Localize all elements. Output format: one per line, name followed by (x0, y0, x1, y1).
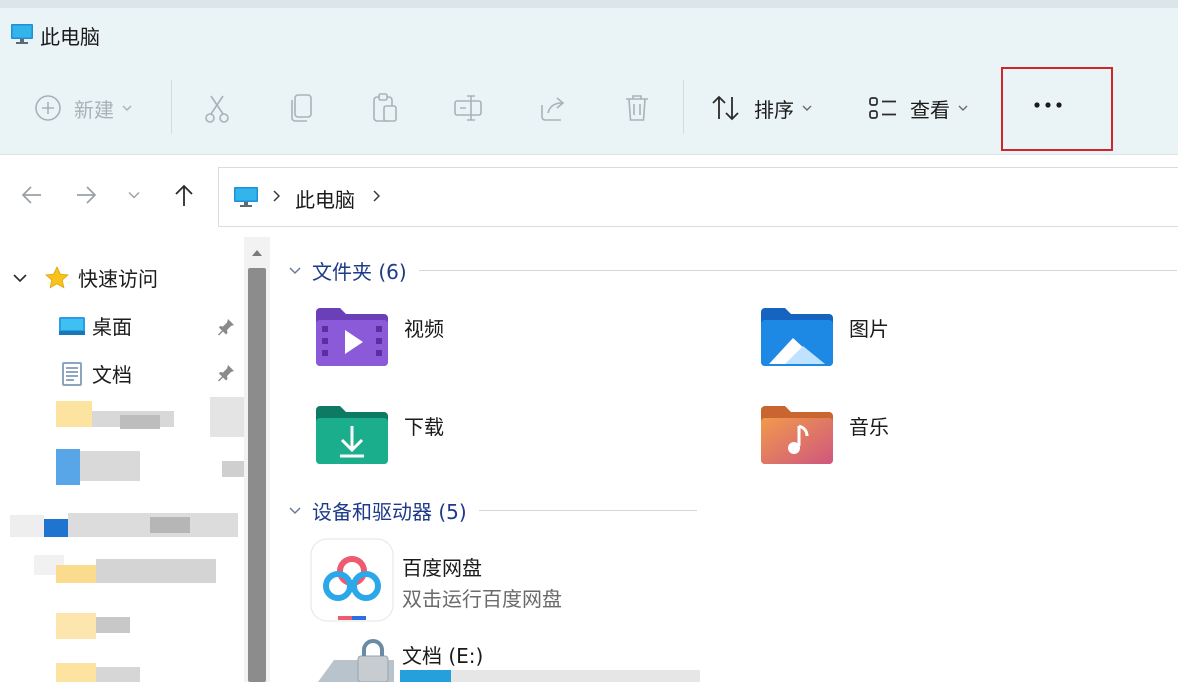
scroll-up-arrow-icon[interactable] (251, 249, 263, 257)
devices-group-label: 设备和驱动器 (5) (312, 500, 467, 524)
desktop-icon (59, 316, 85, 335)
title-bar: 此电脑 (0, 0, 1178, 62)
share-icon (541, 97, 565, 121)
folder-tile[interactable]: 音乐 (759, 404, 889, 464)
sidebar-item-desktop[interactable]: 桌面 (58, 311, 132, 340)
rename-icon (454, 95, 482, 121)
folders-group-header[interactable]: 文件夹 (6) (288, 256, 1177, 285)
music-folder-icon (761, 406, 833, 464)
folder-name: 图片 (849, 316, 889, 341)
baidu-netdisk-icon[interactable] (310, 538, 394, 622)
video-folder-icon (316, 308, 388, 366)
address-bar[interactable]: 此电脑 (218, 167, 1178, 227)
drive-usage-bar (400, 670, 700, 682)
this-pc-icon (234, 187, 258, 207)
sidebar-quick-access[interactable]: 快速访问 (12, 263, 158, 292)
folder-tile[interactable]: 下载 (314, 404, 444, 464)
chevron-right-icon[interactable] (372, 190, 380, 202)
drive-usage-fill (400, 670, 451, 682)
sidebar-quick-access-label: 快速访问 (78, 267, 158, 291)
breadcrumb-this-pc[interactable]: 此电脑 (295, 184, 355, 213)
folder-tile[interactable]: 视频 (314, 306, 444, 366)
up-button[interactable] (168, 179, 200, 211)
folder-name: 音乐 (849, 414, 889, 439)
group-divider (478, 510, 697, 511)
arrow-right-icon (77, 186, 97, 204)
chevron-down-icon (122, 105, 132, 111)
view-button[interactable]: 查看 (868, 62, 968, 154)
pin-icon[interactable] (216, 363, 236, 383)
chevron-down-icon (289, 506, 301, 514)
this-pc-icon (11, 24, 33, 44)
toolbar-separator (171, 80, 172, 134)
locked-drive-icon[interactable] (316, 638, 396, 682)
sidebar-item-label: 桌面 (92, 315, 132, 339)
group-divider (418, 270, 1177, 271)
folder-tile[interactable]: 图片 (759, 306, 889, 366)
new-button-label: 新建 (74, 97, 114, 122)
recent-locations-button[interactable] (118, 179, 150, 211)
chevron-right-icon[interactable] (272, 190, 280, 202)
cut-button[interactable] (202, 62, 232, 154)
window-title: 此电脑 (40, 25, 100, 49)
view-button-label: 查看 (910, 97, 950, 122)
clipboard-icon (373, 93, 397, 122)
sort-arrows-icon (712, 95, 739, 121)
plus-circle-icon (35, 95, 61, 121)
forward-button[interactable] (70, 179, 102, 211)
pictures-folder-icon (761, 308, 833, 366)
pin-icon[interactable] (216, 317, 236, 337)
navigation-pane: 快速访问 桌面 文档 (0, 237, 244, 682)
folders-group-label: 文件夹 (6) (312, 260, 407, 284)
title-bar-edge (0, 0, 1178, 8)
scrollbar-thumb[interactable] (248, 268, 266, 682)
star-icon (45, 265, 69, 288)
device-name[interactable]: 文档 (E:) (402, 640, 483, 669)
device-description: 双击运行百度网盘 (402, 587, 562, 611)
sort-button-label: 排序 (754, 97, 794, 122)
navigation-row: 此电脑 (0, 155, 1178, 237)
command-bar: 新建 排序 查看 (0, 62, 1178, 155)
chevron-down-icon (289, 266, 301, 274)
chevron-down-icon (128, 192, 140, 199)
folder-name: 视频 (404, 316, 444, 341)
document-icon (62, 361, 82, 386)
copy-button[interactable] (287, 62, 315, 154)
scissors-icon (205, 95, 229, 123)
toolbar-separator (683, 80, 684, 134)
new-button[interactable]: 新建 (34, 62, 132, 154)
share-button[interactable] (538, 62, 568, 154)
sort-button[interactable]: 排序 (710, 62, 812, 154)
chevron-down-icon (802, 105, 812, 111)
sidebar-item-documents[interactable]: 文档 (60, 359, 132, 388)
more-options-icon[interactable] (1033, 100, 1067, 110)
view-list-icon (869, 97, 896, 119)
chevron-down-icon (13, 273, 27, 282)
sidebar-item-label: 文档 (92, 363, 132, 387)
back-button[interactable] (16, 179, 48, 211)
paste-button[interactable] (370, 62, 400, 154)
copy-icon (291, 94, 312, 122)
device-name[interactable]: 百度网盘 (402, 552, 482, 581)
devices-group-header[interactable]: 设备和驱动器 (5) (288, 496, 697, 525)
rename-button[interactable] (453, 62, 485, 154)
downloads-folder-icon (316, 406, 388, 464)
arrow-up-icon (175, 184, 193, 206)
arrow-left-icon (21, 186, 41, 204)
trash-icon (626, 95, 648, 121)
folder-name: 下载 (404, 414, 444, 439)
delete-button[interactable] (623, 62, 651, 154)
chevron-down-icon (958, 105, 968, 111)
